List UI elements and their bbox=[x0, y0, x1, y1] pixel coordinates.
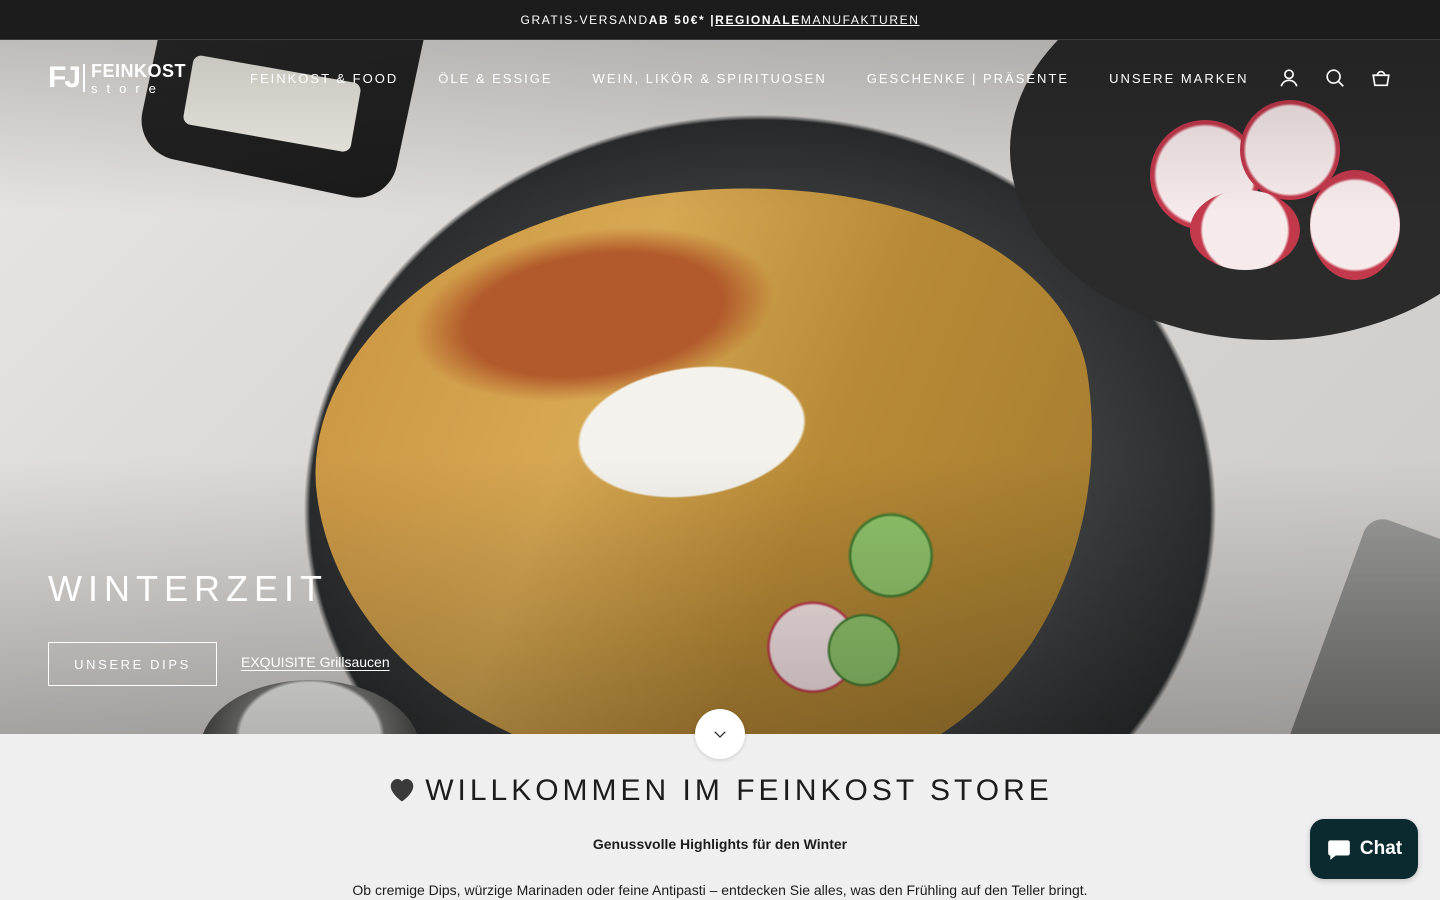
nav-item-geschenke-praesente[interactable]: GESCHENKE | PRÄSENTE bbox=[867, 71, 1069, 86]
welcome-text: Ob cremige Dips, würzige Marinaden oder … bbox=[352, 882, 1088, 898]
nav-item-unsere-marken[interactable]: UNSERE MARKEN bbox=[1109, 71, 1248, 86]
cart-icon[interactable] bbox=[1370, 67, 1392, 89]
logo-text: FEINKOST store bbox=[91, 62, 186, 95]
logo-line-1: FEINKOST bbox=[91, 60, 187, 81]
hero-image bbox=[0, 40, 1440, 734]
logo-mark: FJ bbox=[48, 63, 86, 93]
nav-item-oele-essige[interactable]: ÖLE & ESSIGE bbox=[438, 71, 552, 86]
account-icon[interactable] bbox=[1278, 67, 1300, 89]
hero-link-grillsaucen[interactable]: EXQUISITE Grillsaucen bbox=[241, 654, 390, 670]
hero-button-unsere-dips[interactable]: UNSERE DIPS bbox=[48, 642, 217, 686]
chevron-down-icon bbox=[714, 731, 726, 738]
announcement-link-regionale[interactable]: REGIONALE bbox=[715, 13, 801, 27]
announcement-text-2: AB 50€* | bbox=[648, 12, 716, 27]
welcome-subtitle: Genussvolle Highlights für den Winter bbox=[592, 836, 848, 852]
search-icon[interactable] bbox=[1324, 67, 1346, 89]
logo[interactable]: FJ FEINKOST store bbox=[48, 62, 250, 95]
main-nav: FEINKOST & FOOD ÖLE & ESSIGE WEIN, LIKÖR… bbox=[250, 71, 1248, 86]
welcome-title-text: WILLKOMMEN IM FEINKOST STORE bbox=[425, 774, 1053, 807]
announcement-text-1: GRATIS-VERSAND bbox=[520, 12, 649, 27]
logo-line-2: store bbox=[91, 80, 165, 96]
site-header: FJ FEINKOST store FEINKOST & FOOD ÖLE & … bbox=[0, 40, 1440, 116]
announcement-bar: GRATIS-VERSAND AB 50€* | REGIONALE MANUF… bbox=[0, 0, 1440, 40]
chat-label: Chat bbox=[1359, 838, 1403, 859]
chat-bubble-icon bbox=[1328, 840, 1350, 860]
nav-item-wein-likoer-spirituosen[interactable]: WEIN, LIKÖR & SPIRITUOSEN bbox=[593, 71, 827, 86]
announcement-link-manufakturen[interactable]: MANUFAKTUREN bbox=[801, 13, 920, 27]
chat-button[interactable]: Chat bbox=[1310, 819, 1418, 879]
header-icons bbox=[1278, 67, 1392, 89]
hero-overlay bbox=[0, 40, 1440, 734]
hero-title: WINTERZEIT bbox=[48, 568, 328, 609]
welcome-heading: WILLKOMMEN IM FEINKOST STORE bbox=[0, 774, 1440, 808]
nav-item-feinkost-food[interactable]: FEINKOST & FOOD bbox=[250, 71, 398, 86]
scroll-down-button[interactable] bbox=[695, 709, 745, 759]
heart-icon bbox=[390, 779, 414, 802]
